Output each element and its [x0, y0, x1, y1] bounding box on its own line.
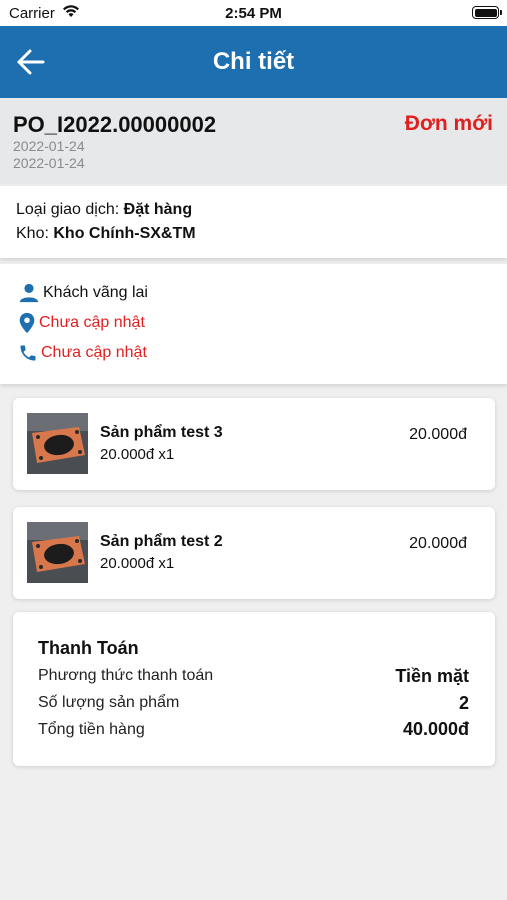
customer-phone-row: Chưa cập nhật: [18, 343, 147, 363]
clock: 2:54 PM: [225, 5, 282, 22]
transaction-type-row: Loại giao dịch: Đặt hàng: [16, 201, 192, 219]
product-line-total: 20.000đ: [409, 426, 467, 443]
product-item[interactable]: Sản phẩm test 3 20.000đ x1 20.000đ: [13, 398, 495, 490]
payment-title: Thanh Toán: [38, 638, 139, 658]
location-pin-icon: [19, 312, 35, 334]
person-icon: [19, 283, 39, 303]
product-name: Sản phẩm test 3: [100, 424, 223, 441]
warehouse-label: Kho:: [16, 225, 49, 242]
product-price-qty: 20.000đ x1: [100, 555, 175, 572]
customer-card: Khách vãng lai Chưa cập nhật Chưa cập nh…: [0, 264, 507, 384]
product-item[interactable]: Sản phẩm test 2 20.000đ x1 20.000đ: [13, 507, 495, 599]
order-status-badge: Đơn mới: [404, 112, 493, 135]
transaction-info-card: Loại giao dịch: Đặt hàng Kho: Kho Chính-…: [0, 186, 507, 258]
product-thumbnail: [27, 522, 88, 583]
transaction-type-value: Đặt hàng: [123, 201, 193, 218]
payment-method-label: Phương thức thanh toán: [38, 667, 214, 684]
customer-address-row: Chưa cập nhật: [18, 312, 145, 334]
warehouse-row: Kho: Kho Chính-SX&TM: [16, 225, 196, 243]
product-price-qty: 20.000đ x1: [100, 446, 175, 463]
subtotal-value: 40.000đ: [402, 719, 469, 739]
subtotal-label: Tổng tiền hàng: [38, 721, 145, 738]
status-bar: Carrier 2:54 PM: [0, 0, 507, 26]
nav-bar: Chi tiết: [0, 26, 507, 98]
transaction-type-label: Loại giao dịch:: [16, 201, 120, 218]
product-count-value: 2: [458, 693, 469, 713]
order-date-updated: 2022-01-24: [13, 155, 85, 171]
phone-icon: [20, 345, 36, 361]
payment-method-value: Tiền mặt: [395, 666, 469, 686]
order-header: PO_I2022.00000002 Đơn mới 2022-01-24 202…: [0, 98, 507, 184]
product-thumbnail: [27, 413, 88, 474]
customer-name: Khách vãng lai: [43, 284, 148, 301]
customer-phone: Chưa cập nhật: [41, 344, 147, 361]
customer-address: Chưa cập nhật: [39, 314, 145, 331]
customer-name-row: Khách vãng lai: [18, 282, 148, 304]
warehouse-value: Kho Chính-SX&TM: [53, 225, 196, 242]
product-count-label: Số lượng sản phẩm: [38, 694, 180, 711]
payment-summary-card: Thanh Toán Phương thức thanh toán Tiền m…: [13, 612, 495, 766]
product-name: Sản phẩm test 2: [100, 533, 223, 550]
page-title: Chi tiết: [212, 48, 295, 75]
order-code: PO_I2022.00000002: [13, 112, 217, 137]
order-date-created: 2022-01-24: [13, 138, 85, 154]
product-line-total: 20.000đ: [409, 535, 467, 552]
battery-icon: [472, 6, 502, 19]
